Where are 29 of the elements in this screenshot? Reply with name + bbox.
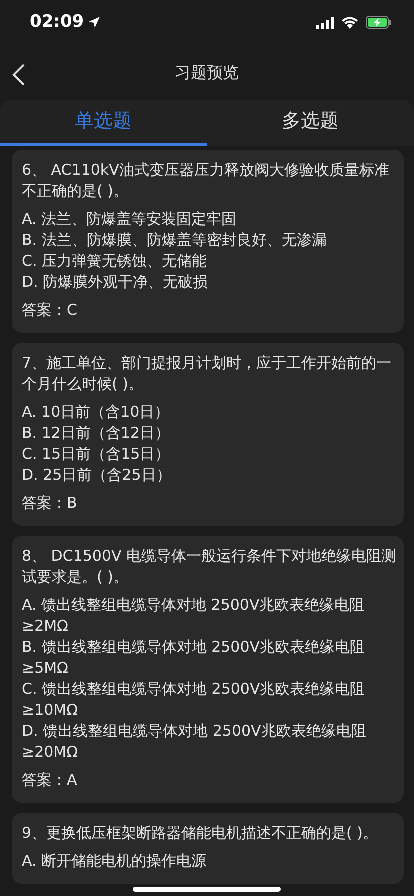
page-title: 习题预览 (175, 62, 239, 84)
question-text: 9、更换低压框架断路器储能电机描述不正确的是( )。 (22, 823, 380, 844)
tab[interactable]: 多选题 (207, 100, 414, 146)
status-time: 02:09 (30, 10, 84, 34)
answer-option: C. 15日前（含15日） (22, 444, 398, 465)
answer-option: A. 10日前（含10日） (22, 402, 398, 423)
answer-option: B. 法兰、防爆膜、防爆盖等密封良好、无渗漏 (22, 230, 398, 251)
answer-option: C. 压力弹簧无锈蚀、无储能 (22, 251, 398, 272)
answer-option: D. 防爆膜外观干净、无破损 (22, 272, 398, 293)
tab[interactable]: 单选题 (0, 100, 207, 146)
answer-option: A. 法兰、防爆盖等安装固定牢固 (22, 209, 398, 230)
answer-option: D. 25日前（含25日） (22, 465, 398, 486)
question-text: 6、 AC110kV油式变压器压力释放阀大修验收质量标准不正确的是( )。 (22, 160, 390, 202)
answer-text: 答案：C (22, 300, 78, 321)
answer-option: A. 馈出线整组电缆导体对地 2500V兆欧表绝缘电阻≥2MΩ (22, 595, 398, 637)
answer-text: 答案：B (22, 493, 78, 514)
question-text: 8、 DC1500V 电缆导体一般运行条件下对地绝缘电阻测试要求是。( )。 (22, 546, 398, 588)
answer-option: C. 馈出线整组电缆导体对地 2500V兆欧表绝缘电阻≥10MΩ (22, 679, 398, 721)
battery-icon (366, 16, 392, 29)
answer-option: A. 断开储能电机的操作电源 (22, 851, 398, 872)
answer-option: B. 馈出线整组电缆导体对地 2500V兆欧表绝缘电阻≥5MΩ (22, 637, 398, 679)
back-button[interactable] (12, 62, 26, 87)
answer-text: 答案：A (22, 770, 78, 791)
answer-option: B. 12日前（含12日） (22, 423, 398, 444)
wifi-icon (342, 16, 358, 28)
answer-option: D. 馈出线整组电缆导体对地 2500V兆欧表绝缘电阻≥20MΩ (22, 721, 398, 763)
location-icon (88, 16, 102, 29)
question-text: 7、施工单位、部门提报月计划时，应于工作开始前的一个月什么时候( )。 (22, 353, 393, 395)
signal-icon (316, 16, 334, 28)
